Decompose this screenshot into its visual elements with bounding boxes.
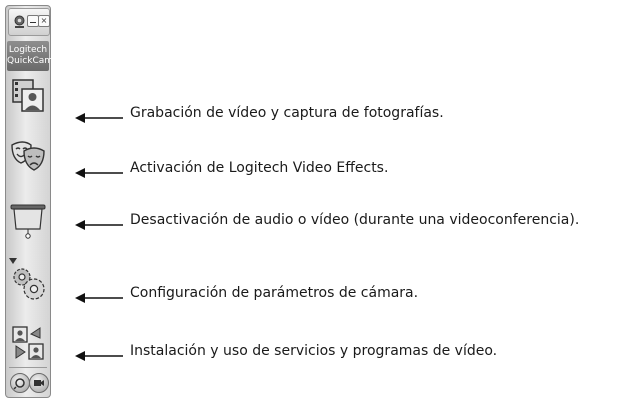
mute-audio-video-icon [9,204,47,244]
help-button[interactable] [10,373,30,393]
panel-titlebar: × [8,8,50,36]
callout-arrow [75,288,123,303]
video-photo-capture-icon [9,79,47,119]
webcam-button[interactable] [29,373,49,393]
camera-settings-button[interactable] [9,264,47,302]
logitech-quickcam-logo: Logitech QuickCam [7,41,54,71]
mute-button[interactable] [9,202,47,240]
callout-arrow [75,215,123,230]
callout-label: Desactivación de audio o vídeo (durante … [130,212,580,228]
quickcam-panel: × Logitech QuickCam [5,5,54,398]
callout-label: Instalación y uso de servicios y program… [130,343,498,359]
video-services-icon [9,326,47,366]
camera-settings-gears-icon [9,268,47,306]
callout-arrow [75,108,123,123]
callout-arrow [75,346,123,361]
video-services-button[interactable] [9,324,47,362]
close-button[interactable]: × [38,15,50,27]
video-effects-masks-icon [9,141,47,179]
brand-line1: Logitech [8,45,48,55]
video-effects-button[interactable] [9,137,47,175]
brand-line2: QuickCam [7,56,54,66]
callout-label: Grabación de vídeo y captura de fotograf… [130,105,444,121]
panel-divider [9,367,47,368]
callout-label: Configuración de parámetros de cámara. [130,285,419,301]
capture-button[interactable] [9,77,47,115]
callout-label: Activación de Logitech Video Effects. [130,160,389,176]
webcam-icon [13,14,26,28]
webcam-icon [34,380,44,386]
callout-arrow [75,163,123,178]
help-icon [13,378,25,390]
